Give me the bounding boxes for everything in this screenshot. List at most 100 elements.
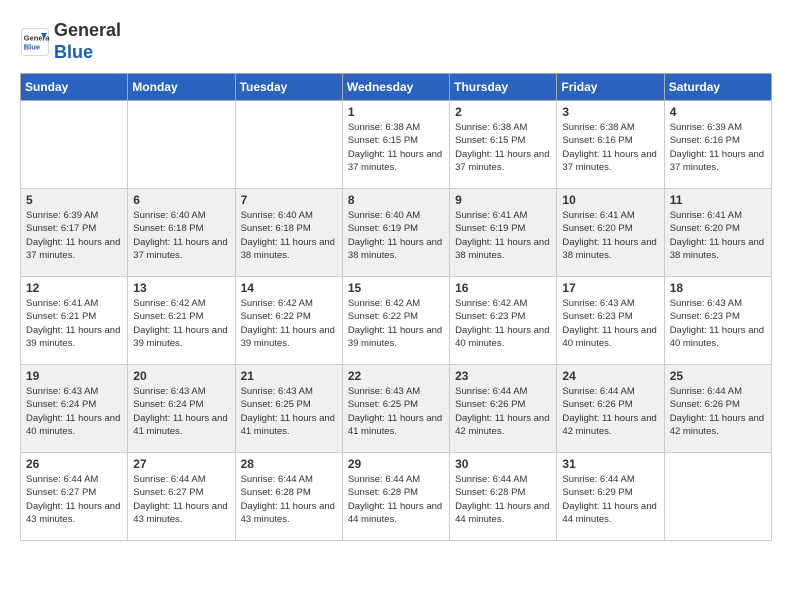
cell-info: Sunrise: 6:44 AM Sunset: 6:28 PM Dayligh… [241,473,337,526]
calendar-cell: 11Sunrise: 6:41 AM Sunset: 6:20 PM Dayli… [664,189,771,277]
calendar-cell: 19 Sunrise: 6:43 AM Sunset: 6:24 PM Dayli… [21,365,128,453]
calendar-cell: 29 Sunrise: 6:44 AM Sunset: 6:28 PM Dayli… [342,453,449,541]
cell-info: Sunrise: 6:42 AM Sunset: 6:23 PM Dayligh… [455,297,551,350]
day-number: 25 [670,369,766,383]
cell-info: Sunrise: 6:39 AM Sunset: 6:17 PM Dayligh… [26,209,122,262]
calendar-cell: 25 Sunrise: 6:44 AM Sunset: 6:26 PM Dayli… [664,365,771,453]
calendar-cell: 23Sunrise: 6:44 AM Sunset: 6:26 PM Dayli… [450,365,557,453]
cell-info: Sunrise: 6:41 AM Sunset: 6:21 PM Dayligh… [26,297,122,350]
cell-info: Sunrise: 6:44 AM Sunset: 6:29 PM Dayligh… [562,473,658,526]
logo: General Blue General Blue [20,20,121,63]
calendar-cell: 30 Sunrise: 6:44 AM Sunset: 6:28 PM Dayli… [450,453,557,541]
logo-general-text: General [54,20,121,40]
page-header: General Blue General Blue [20,20,772,63]
day-number: 29 [348,457,444,471]
day-number: 24 [562,369,658,383]
cell-info: Sunrise: 6:41 AM Sunset: 6:20 PM Dayligh… [562,209,658,262]
cell-info: Sunrise: 6:43 AM Sunset: 6:23 PM Dayligh… [562,297,658,350]
cell-info: Sunrise: 6:38 AM Sunset: 6:15 PM Dayligh… [455,121,551,174]
weekday-header-cell: Sunday [21,74,128,101]
day-number: 13 [133,281,229,295]
cell-info: Sunrise: 6:44 AM Sunset: 6:26 PM Dayligh… [670,385,766,438]
day-number: 8 [348,193,444,207]
calendar-cell: 26 Sunrise: 6:44 AM Sunset: 6:27 PM Dayli… [21,453,128,541]
calendar-cell: 31Sunrise: 6:44 AM Sunset: 6:29 PM Dayli… [557,453,664,541]
calendar-week-row: 12 Sunrise: 6:41 AM Sunset: 6:21 PM Dayli… [21,277,772,365]
cell-info: Sunrise: 6:44 AM Sunset: 6:28 PM Dayligh… [455,473,551,526]
day-number: 9 [455,193,551,207]
day-number: 21 [241,369,337,383]
calendar-cell: 9 Sunrise: 6:41 AM Sunset: 6:19 PM Daylig… [450,189,557,277]
cell-info: Sunrise: 6:39 AM Sunset: 6:16 PM Dayligh… [670,121,766,174]
cell-info: Sunrise: 6:43 AM Sunset: 6:25 PM Dayligh… [241,385,337,438]
weekday-header-cell: Monday [128,74,235,101]
cell-info: Sunrise: 6:43 AM Sunset: 6:24 PM Dayligh… [133,385,229,438]
cell-info: Sunrise: 6:44 AM Sunset: 6:27 PM Dayligh… [26,473,122,526]
calendar-week-row: 1Sunrise: 6:38 AM Sunset: 6:15 PM Daylig… [21,101,772,189]
calendar-cell: 1Sunrise: 6:38 AM Sunset: 6:15 PM Daylig… [342,101,449,189]
day-number: 15 [348,281,444,295]
calendar-cell: 6Sunrise: 6:40 AM Sunset: 6:18 PM Daylig… [128,189,235,277]
calendar-week-row: 19 Sunrise: 6:43 AM Sunset: 6:24 PM Dayli… [21,365,772,453]
cell-info: Sunrise: 6:41 AM Sunset: 6:19 PM Dayligh… [455,209,551,262]
day-number: 5 [26,193,122,207]
calendar-cell: 24 Sunrise: 6:44 AM Sunset: 6:26 PM Dayli… [557,365,664,453]
cell-info: Sunrise: 6:43 AM Sunset: 6:25 PM Dayligh… [348,385,444,438]
cell-info: Sunrise: 6:40 AM Sunset: 6:19 PM Dayligh… [348,209,444,262]
day-number: 14 [241,281,337,295]
day-number: 30 [455,457,551,471]
weekday-header-cell: Friday [557,74,664,101]
cell-info: Sunrise: 6:40 AM Sunset: 6:18 PM Dayligh… [241,209,337,262]
day-number: 16 [455,281,551,295]
day-number: 4 [670,105,766,119]
calendar-cell: 28 Sunrise: 6:44 AM Sunset: 6:28 PM Dayli… [235,453,342,541]
day-number: 18 [670,281,766,295]
cell-info: Sunrise: 6:43 AM Sunset: 6:24 PM Dayligh… [26,385,122,438]
day-number: 23 [455,369,551,383]
day-number: 3 [562,105,658,119]
calendar-cell: 14 Sunrise: 6:42 AM Sunset: 6:22 PM Dayli… [235,277,342,365]
calendar-cell: 27 Sunrise: 6:44 AM Sunset: 6:27 PM Dayli… [128,453,235,541]
calendar-cell [21,101,128,189]
day-number: 10 [562,193,658,207]
weekday-header-cell: Thursday [450,74,557,101]
cell-info: Sunrise: 6:38 AM Sunset: 6:15 PM Dayligh… [348,121,444,174]
svg-text:Blue: Blue [24,42,40,51]
cell-info: Sunrise: 6:44 AM Sunset: 6:27 PM Dayligh… [133,473,229,526]
logo-icon: General Blue [20,27,50,57]
day-number: 22 [348,369,444,383]
cell-info: Sunrise: 6:43 AM Sunset: 6:23 PM Dayligh… [670,297,766,350]
day-number: 20 [133,369,229,383]
calendar-cell: 7Sunrise: 6:40 AM Sunset: 6:18 PM Daylig… [235,189,342,277]
calendar-cell: 20 Sunrise: 6:43 AM Sunset: 6:24 PM Dayli… [128,365,235,453]
weekday-header-cell: Tuesday [235,74,342,101]
calendar-cell: 13Sunrise: 6:42 AM Sunset: 6:21 PM Dayli… [128,277,235,365]
calendar-cell: 4 Sunrise: 6:39 AM Sunset: 6:16 PM Daylig… [664,101,771,189]
day-number: 27 [133,457,229,471]
calendar-cell [664,453,771,541]
day-number: 12 [26,281,122,295]
calendar-cell: 8 Sunrise: 6:40 AM Sunset: 6:19 PM Daylig… [342,189,449,277]
calendar-cell [128,101,235,189]
cell-info: Sunrise: 6:44 AM Sunset: 6:28 PM Dayligh… [348,473,444,526]
calendar-body: 1Sunrise: 6:38 AM Sunset: 6:15 PM Daylig… [21,101,772,541]
day-number: 19 [26,369,122,383]
calendar-cell: 2Sunrise: 6:38 AM Sunset: 6:15 PM Daylig… [450,101,557,189]
day-number: 28 [241,457,337,471]
calendar-cell: 5 Sunrise: 6:39 AM Sunset: 6:17 PM Daylig… [21,189,128,277]
calendar-week-row: 5 Sunrise: 6:39 AM Sunset: 6:17 PM Daylig… [21,189,772,277]
calendar-cell [235,101,342,189]
weekday-header-cell: Saturday [664,74,771,101]
cell-info: Sunrise: 6:40 AM Sunset: 6:18 PM Dayligh… [133,209,229,262]
day-number: 26 [26,457,122,471]
calendar-cell: 16 Sunrise: 6:42 AM Sunset: 6:23 PM Dayli… [450,277,557,365]
cell-info: Sunrise: 6:38 AM Sunset: 6:16 PM Dayligh… [562,121,658,174]
cell-info: Sunrise: 6:44 AM Sunset: 6:26 PM Dayligh… [562,385,658,438]
calendar-cell: 12 Sunrise: 6:41 AM Sunset: 6:21 PM Dayli… [21,277,128,365]
calendar-cell: 21 Sunrise: 6:43 AM Sunset: 6:25 PM Dayli… [235,365,342,453]
calendar-cell: 18 Sunrise: 6:43 AM Sunset: 6:23 PM Dayli… [664,277,771,365]
cell-info: Sunrise: 6:42 AM Sunset: 6:22 PM Dayligh… [241,297,337,350]
day-number: 17 [562,281,658,295]
cell-info: Sunrise: 6:42 AM Sunset: 6:22 PM Dayligh… [348,297,444,350]
weekday-header-row: SundayMondayTuesdayWednesdayThursdayFrid… [21,74,772,101]
